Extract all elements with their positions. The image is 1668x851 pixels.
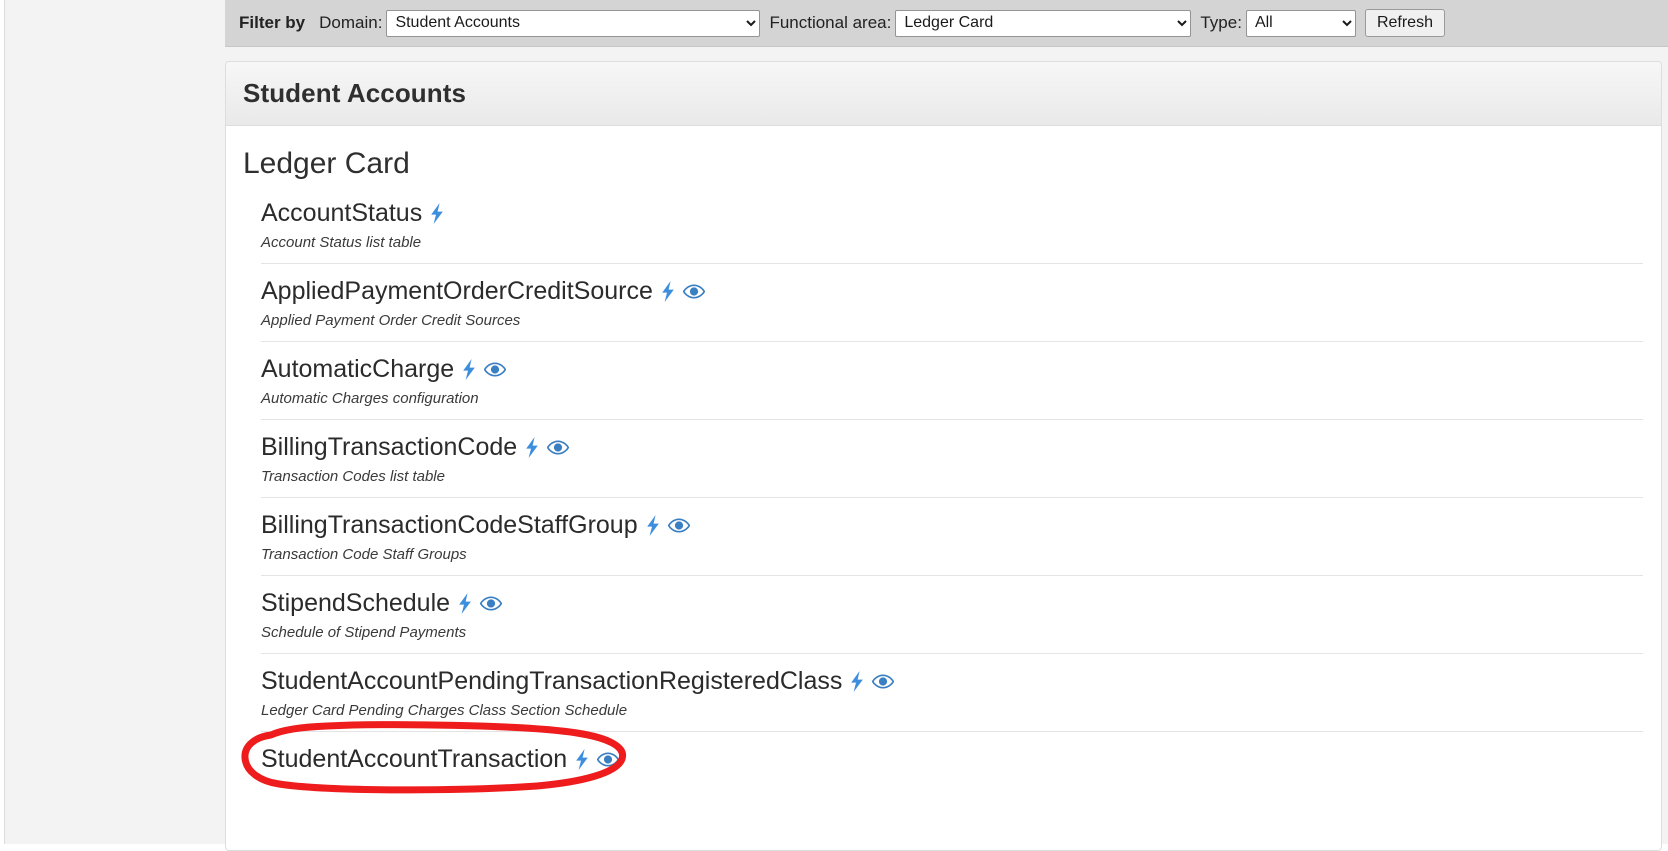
entity-row: BillingTransactionCode Transaction Codes … xyxy=(261,419,1643,497)
entity-description: Transaction Codes list table xyxy=(261,468,445,485)
entity-row: StudentAccountTransaction xyxy=(261,731,1643,785)
lightning-bolt-icon[interactable] xyxy=(429,202,445,224)
entity-name[interactable]: AccountStatus xyxy=(261,198,422,228)
entity-name[interactable]: BillingTransactionCodeStaffGroup xyxy=(261,510,638,540)
entity-name-line: AccountStatus xyxy=(261,198,1643,228)
entity-list: AccountStatus Account Status list table Ap… xyxy=(261,192,1643,785)
panel-heading: Student Accounts xyxy=(226,62,1661,126)
functional-area-label: Functional area: xyxy=(769,13,892,32)
entity-name[interactable]: StudentAccountTransaction xyxy=(261,744,567,774)
entity-row: AutomaticCharge Automatic Charges configu… xyxy=(261,341,1643,419)
domain-select[interactable]: Student Accounts xyxy=(386,9,761,37)
filter-bar: Filter by Domain: Student Accounts Funct… xyxy=(225,0,1668,47)
entity-description: Automatic Charges configuration xyxy=(261,390,479,407)
eye-icon[interactable] xyxy=(484,361,507,377)
refresh-button[interactable]: Refresh xyxy=(1364,9,1445,37)
entity-name[interactable]: AppliedPaymentOrderCreditSource xyxy=(261,276,653,306)
eye-icon[interactable] xyxy=(667,517,690,533)
left-rail xyxy=(0,0,5,844)
eye-icon[interactable] xyxy=(480,595,503,611)
type-select[interactable]: All xyxy=(1245,9,1356,37)
entity-description: Account Status list table xyxy=(261,234,422,251)
entity-row: AccountStatus Account Status list table xyxy=(261,192,1643,263)
entity-description: Applied Payment Order Credit Sources xyxy=(261,312,521,329)
entity-row: StipendSchedule Schedule of Stipend Payme… xyxy=(261,575,1643,653)
domain-label: Domain: xyxy=(319,13,383,32)
entity-name-line: StudentAccountTransaction xyxy=(261,744,1643,774)
entity-row: AppliedPaymentOrderCreditSource Applied P… xyxy=(261,263,1643,341)
filter-by-label: Filter by xyxy=(239,13,306,32)
entity-name-line: AppliedPaymentOrderCreditSource xyxy=(261,276,1643,306)
functional-area-select[interactable]: Ledger Card xyxy=(895,9,1192,37)
entity-row: StudentAccountPendingTransactionRegister… xyxy=(261,653,1643,731)
lightning-bolt-icon[interactable] xyxy=(461,358,477,380)
entity-name-line: StipendSchedule xyxy=(261,588,1643,618)
lightning-bolt-icon[interactable] xyxy=(645,514,661,536)
lightning-bolt-icon[interactable] xyxy=(574,748,590,770)
eye-icon[interactable] xyxy=(597,751,620,767)
entity-name-line: BillingTransactionCodeStaffGroup xyxy=(261,510,1643,540)
entity-name[interactable]: AutomaticCharge xyxy=(261,354,454,384)
eye-icon[interactable] xyxy=(547,439,570,455)
entity-name[interactable]: BillingTransactionCode xyxy=(261,432,517,462)
entity-name-line: StudentAccountPendingTransactionRegister… xyxy=(261,666,1643,696)
entity-name[interactable]: StipendSchedule xyxy=(261,588,450,618)
eye-icon[interactable] xyxy=(872,673,895,689)
entity-name-line: AutomaticCharge xyxy=(261,354,1643,384)
type-label: Type: xyxy=(1200,13,1242,32)
entity-name[interactable]: StudentAccountPendingTransactionRegister… xyxy=(261,666,842,696)
entity-name-line: BillingTransactionCode xyxy=(261,432,1643,462)
lightning-bolt-icon[interactable] xyxy=(457,592,473,614)
page-title: Student Accounts xyxy=(243,78,467,108)
lightning-bolt-icon[interactable] xyxy=(849,670,865,692)
entity-description: Schedule of Stipend Payments xyxy=(261,624,467,641)
entity-row: BillingTransactionCodeStaffGroup Transact… xyxy=(261,497,1643,575)
student-accounts-panel: Student Accounts Ledger Card AccountStat… xyxy=(225,61,1662,851)
entity-description: Ledger Card Pending Charges Class Sectio… xyxy=(261,702,628,719)
eye-icon[interactable] xyxy=(682,283,705,299)
lightning-bolt-icon[interactable] xyxy=(660,280,676,302)
panel-body: Ledger Card AccountStatus Account Status … xyxy=(226,126,1661,785)
entity-description: Transaction Code Staff Groups xyxy=(261,546,467,563)
page-background: Filter by Domain: Student Accounts Funct… xyxy=(0,0,1668,851)
section-title: Ledger Card xyxy=(243,147,410,180)
lightning-bolt-icon[interactable] xyxy=(524,436,540,458)
